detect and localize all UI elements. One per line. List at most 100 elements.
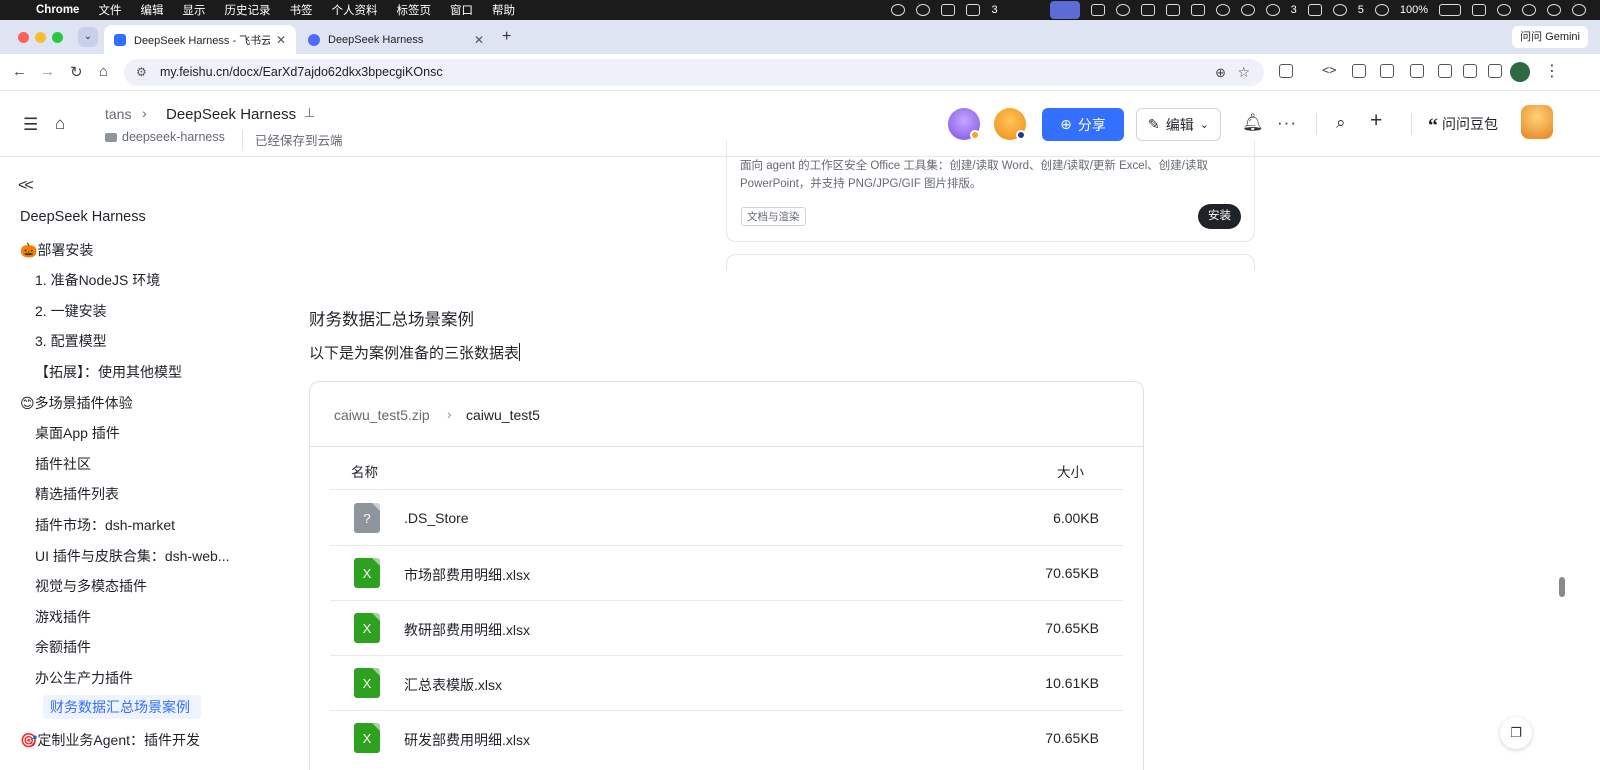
translate-icon[interactable]: [1380, 64, 1394, 78]
more-menu-icon[interactable]: ⋮: [1544, 61, 1560, 81]
menu-app-name[interactable]: Chrome: [36, 4, 79, 16]
shirt-icon[interactable]: [966, 4, 981, 16]
address-bar[interactable]: ⚙ my.feishu.cn/docx/EarXd7ajdo62dkx3bpec…: [124, 59, 1264, 86]
search-icon[interactable]: [1522, 4, 1536, 16]
fullscreen-window-button[interactable]: [52, 32, 63, 43]
close-tab-icon[interactable]: ✕: [474, 33, 484, 47]
menu-window[interactable]: 窗口: [450, 2, 473, 18]
wifi-icon[interactable]: [1497, 4, 1511, 16]
site-info-icon[interactable]: ⚙: [136, 59, 147, 86]
menu-history[interactable]: 历史记录: [224, 2, 270, 18]
home-icon[interactable]: ⌂: [55, 114, 65, 134]
menu-view[interactable]: 显示: [182, 2, 205, 18]
install-button[interactable]: 安装: [1198, 204, 1241, 229]
code-icon[interactable]: <>: [1322, 63, 1336, 77]
ask-gemini-button[interactable]: 问问 Gemini: [1512, 26, 1588, 48]
tab-search-chevron-icon[interactable]: ⌄: [78, 27, 98, 47]
outline-item[interactable]: UI 插件与皮肤合集：dsh-web...: [35, 546, 229, 566]
paragraph[interactable]: 以下是为案例准备的三张数据表: [309, 342, 521, 363]
outline-item[interactable]: 办公生产力插件: [35, 668, 133, 688]
wechat-icon[interactable]: [1332, 4, 1347, 16]
tab-feishu-doc[interactable]: DeepSeek Harness - 飞书云文档 ✕: [104, 25, 296, 54]
outline-item[interactable]: 3. 配置模型: [35, 331, 107, 351]
bird-icon[interactable]: [1115, 4, 1130, 16]
outline-item[interactable]: 【拓展】：使用其他模型: [35, 362, 182, 382]
profile-avatar[interactable]: [1510, 62, 1530, 82]
doubao-mascot-avatar[interactable]: [1521, 105, 1553, 139]
outline-item[interactable]: 🎃部署安装: [20, 240, 93, 260]
pin-icon[interactable]: ⊥: [304, 105, 315, 121]
play-icon[interactable]: [1374, 4, 1389, 16]
trash-icon[interactable]: [1410, 64, 1424, 78]
outline-item[interactable]: 余额插件: [35, 637, 91, 657]
ask-doubao-button[interactable]: “问问豆包: [1428, 114, 1498, 138]
outline-item[interactable]: 桌面App 插件: [35, 423, 120, 443]
bottle-icon[interactable]: [1215, 4, 1230, 16]
bookmark-star-icon[interactable]: ☆: [1237, 59, 1250, 86]
floating-action-icon[interactable]: ❐: [1500, 717, 1532, 749]
extension-icon[interactable]: [1488, 64, 1502, 78]
page-scrollbar[interactable]: [1559, 577, 1565, 597]
menu-file[interactable]: 文件: [98, 2, 121, 18]
extensions-puzzle-icon[interactable]: [1279, 64, 1293, 78]
reload-icon[interactable]: ↻: [70, 63, 83, 81]
battery-icon[interactable]: [1439, 4, 1461, 16]
doc-title[interactable]: DeepSeek Harness: [166, 106, 296, 123]
menu-profiles[interactable]: 个人资料: [331, 2, 377, 18]
back-arrow-icon[interactable]: ←: [12, 63, 27, 80]
menu-bookmarks[interactable]: 书签: [289, 2, 312, 18]
plus-icon[interactable]: +: [1370, 109, 1382, 133]
outline-item[interactable]: 游戏插件: [35, 607, 91, 627]
section-heading[interactable]: 财务数据汇总场景案例: [309, 306, 474, 330]
menu-help[interactable]: 帮助: [492, 2, 515, 18]
outline-item-active[interactable]: 财务数据汇总场景案例: [43, 695, 201, 719]
parking-icon[interactable]: [1307, 4, 1322, 16]
openai-icon[interactable]: [1240, 4, 1255, 16]
microphone-icon[interactable]: [916, 4, 931, 16]
bell-icon[interactable]: 🔔︎: [1242, 113, 1264, 133]
outline-item[interactable]: 2. 一键安装: [35, 301, 107, 321]
word-icon[interactable]: [1090, 4, 1105, 16]
input-method-icon[interactable]: [941, 4, 956, 16]
screen-mirror-icon[interactable]: [1049, 1, 1080, 19]
zoom-icon[interactable]: ⊕: [1215, 59, 1226, 86]
search-icon[interactable]: ⌕: [1336, 113, 1346, 133]
menu-edit[interactable]: 编辑: [140, 2, 163, 18]
quote-icon: “: [1428, 115, 1438, 137]
edit-mode-dropdown[interactable]: ✎ 编辑 ⌄: [1136, 108, 1221, 141]
new-tab-button[interactable]: +: [502, 28, 511, 46]
archive-breadcrumb[interactable]: caiwu_test5.zip: [334, 407, 430, 423]
outline-item[interactable]: 精选插件列表: [35, 484, 119, 504]
share-button[interactable]: ⊕ 分享: [1042, 108, 1124, 141]
more-options-icon[interactable]: ···: [1277, 113, 1297, 133]
siri-icon[interactable]: [1572, 4, 1586, 16]
outline-item[interactable]: 😊多场景插件体验: [20, 393, 133, 413]
reader-icon[interactable]: [1352, 64, 1366, 78]
control-center-icon[interactable]: [1547, 4, 1561, 16]
toc-toggle-icon[interactable]: ☰: [23, 115, 38, 135]
status-face-icon[interactable]: [891, 4, 906, 16]
chat-icon[interactable]: [1265, 4, 1280, 16]
breadcrumb-root[interactable]: tans: [105, 106, 131, 122]
forward-arrow-icon[interactable]: →: [40, 63, 55, 80]
folder-link[interactable]: deepseek-harness: [105, 130, 225, 144]
outline-item[interactable]: 插件社区: [35, 454, 91, 474]
capcut-icon[interactable]: [1165, 4, 1180, 16]
outline-item[interactable]: 视觉与多模态插件: [35, 576, 147, 596]
close-tab-icon[interactable]: ✕: [276, 33, 286, 47]
shield-icon[interactable]: [1190, 4, 1205, 16]
outline-doc-title[interactable]: DeepSeek Harness: [20, 209, 146, 225]
menu-tabs[interactable]: 标签页: [396, 2, 431, 18]
extension-icon[interactable]: [1438, 64, 1452, 78]
outline-item[interactable]: 🎯定制业务Agent：插件开发: [20, 730, 200, 750]
close-window-button[interactable]: [18, 32, 29, 43]
minimize-window-button[interactable]: [35, 32, 46, 43]
outline-item[interactable]: 1. 准备NodeJS 环境: [35, 270, 160, 290]
home-icon[interactable]: ⌂: [99, 63, 108, 80]
outline-item[interactable]: 插件市场：dsh-market: [35, 515, 175, 535]
extension-icon[interactable]: [1463, 64, 1477, 78]
tab-deepseek[interactable]: DeepSeek Harness ✕: [298, 25, 494, 54]
robot-icon[interactable]: [1140, 4, 1155, 16]
control-switch-icon[interactable]: [1472, 4, 1486, 16]
collapse-sidebar-icon[interactable]: <<: [18, 177, 34, 195]
